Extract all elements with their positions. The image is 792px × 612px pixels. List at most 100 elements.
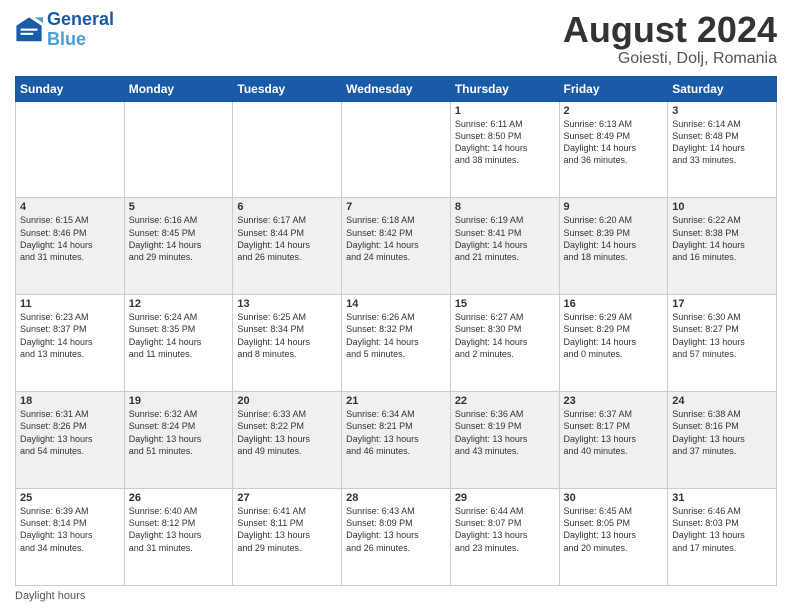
day-number: 31 <box>672 492 772 504</box>
day-number: 11 <box>20 298 120 310</box>
day-cell: 14Sunrise: 6:26 AM Sunset: 8:32 PM Dayli… <box>342 295 451 392</box>
col-header-thursday: Thursday <box>450 76 559 101</box>
day-cell: 12Sunrise: 6:24 AM Sunset: 8:35 PM Dayli… <box>124 295 233 392</box>
title-block: August 2024 Goiesti, Dolj, Romania <box>563 10 777 68</box>
day-number: 23 <box>564 395 664 407</box>
day-cell: 18Sunrise: 6:31 AM Sunset: 8:26 PM Dayli… <box>16 392 125 489</box>
day-cell: 5Sunrise: 6:16 AM Sunset: 8:45 PM Daylig… <box>124 198 233 295</box>
day-number: 19 <box>129 395 229 407</box>
day-info: Sunrise: 6:11 AM Sunset: 8:50 PM Dayligh… <box>455 118 555 167</box>
day-info: Sunrise: 6:33 AM Sunset: 8:22 PM Dayligh… <box>237 408 337 457</box>
day-number: 30 <box>564 492 664 504</box>
logo: General Blue <box>15 10 114 50</box>
week-row-1: 1Sunrise: 6:11 AM Sunset: 8:50 PM Daylig… <box>16 101 777 198</box>
day-info: Sunrise: 6:18 AM Sunset: 8:42 PM Dayligh… <box>346 214 446 263</box>
day-cell: 11Sunrise: 6:23 AM Sunset: 8:37 PM Dayli… <box>16 295 125 392</box>
day-cell: 22Sunrise: 6:36 AM Sunset: 8:19 PM Dayli… <box>450 392 559 489</box>
day-cell: 21Sunrise: 6:34 AM Sunset: 8:21 PM Dayli… <box>342 392 451 489</box>
day-info: Sunrise: 6:27 AM Sunset: 8:30 PM Dayligh… <box>455 311 555 360</box>
day-cell: 31Sunrise: 6:46 AM Sunset: 8:03 PM Dayli… <box>668 489 777 586</box>
week-row-5: 25Sunrise: 6:39 AM Sunset: 8:14 PM Dayli… <box>16 489 777 586</box>
week-row-3: 11Sunrise: 6:23 AM Sunset: 8:37 PM Dayli… <box>16 295 777 392</box>
day-cell: 28Sunrise: 6:43 AM Sunset: 8:09 PM Dayli… <box>342 489 451 586</box>
logo-text: General Blue <box>47 10 114 50</box>
day-info: Sunrise: 6:19 AM Sunset: 8:41 PM Dayligh… <box>455 214 555 263</box>
col-header-monday: Monday <box>124 76 233 101</box>
daylight-hours-label: Daylight hours <box>15 590 85 602</box>
day-number: 21 <box>346 395 446 407</box>
day-number: 13 <box>237 298 337 310</box>
day-info: Sunrise: 6:14 AM Sunset: 8:48 PM Dayligh… <box>672 118 772 167</box>
day-info: Sunrise: 6:39 AM Sunset: 8:14 PM Dayligh… <box>20 505 120 554</box>
day-number: 3 <box>672 105 772 117</box>
day-number: 14 <box>346 298 446 310</box>
col-header-sunday: Sunday <box>16 76 125 101</box>
day-number: 22 <box>455 395 555 407</box>
day-number: 4 <box>20 201 120 213</box>
location: Goiesti, Dolj, Romania <box>563 50 777 68</box>
day-number: 8 <box>455 201 555 213</box>
footer-note: Daylight hours <box>15 590 777 602</box>
day-info: Sunrise: 6:13 AM Sunset: 8:49 PM Dayligh… <box>564 118 664 167</box>
day-cell: 15Sunrise: 6:27 AM Sunset: 8:30 PM Dayli… <box>450 295 559 392</box>
day-cell: 9Sunrise: 6:20 AM Sunset: 8:39 PM Daylig… <box>559 198 668 295</box>
day-info: Sunrise: 6:32 AM Sunset: 8:24 PM Dayligh… <box>129 408 229 457</box>
day-info: Sunrise: 6:31 AM Sunset: 8:26 PM Dayligh… <box>20 408 120 457</box>
day-info: Sunrise: 6:23 AM Sunset: 8:37 PM Dayligh… <box>20 311 120 360</box>
header: General Blue August 2024 Goiesti, Dolj, … <box>15 10 777 68</box>
day-number: 9 <box>564 201 664 213</box>
day-info: Sunrise: 6:29 AM Sunset: 8:29 PM Dayligh… <box>564 311 664 360</box>
day-number: 5 <box>129 201 229 213</box>
month-year: August 2024 <box>563 10 777 50</box>
day-cell: 23Sunrise: 6:37 AM Sunset: 8:17 PM Dayli… <box>559 392 668 489</box>
col-header-tuesday: Tuesday <box>233 76 342 101</box>
logo-blue: Blue <box>47 29 86 49</box>
day-cell: 20Sunrise: 6:33 AM Sunset: 8:22 PM Dayli… <box>233 392 342 489</box>
day-number: 10 <box>672 201 772 213</box>
day-info: Sunrise: 6:22 AM Sunset: 8:38 PM Dayligh… <box>672 214 772 263</box>
week-row-4: 18Sunrise: 6:31 AM Sunset: 8:26 PM Dayli… <box>16 392 777 489</box>
page: General Blue August 2024 Goiesti, Dolj, … <box>0 0 792 612</box>
day-number: 24 <box>672 395 772 407</box>
day-info: Sunrise: 6:46 AM Sunset: 8:03 PM Dayligh… <box>672 505 772 554</box>
day-info: Sunrise: 6:16 AM Sunset: 8:45 PM Dayligh… <box>129 214 229 263</box>
day-number: 18 <box>20 395 120 407</box>
week-row-2: 4Sunrise: 6:15 AM Sunset: 8:46 PM Daylig… <box>16 198 777 295</box>
day-info: Sunrise: 6:43 AM Sunset: 8:09 PM Dayligh… <box>346 505 446 554</box>
day-info: Sunrise: 6:25 AM Sunset: 8:34 PM Dayligh… <box>237 311 337 360</box>
day-number: 7 <box>346 201 446 213</box>
day-cell <box>233 101 342 198</box>
day-info: Sunrise: 6:41 AM Sunset: 8:11 PM Dayligh… <box>237 505 337 554</box>
col-header-friday: Friday <box>559 76 668 101</box>
day-number: 20 <box>237 395 337 407</box>
day-cell: 7Sunrise: 6:18 AM Sunset: 8:42 PM Daylig… <box>342 198 451 295</box>
day-info: Sunrise: 6:34 AM Sunset: 8:21 PM Dayligh… <box>346 408 446 457</box>
day-cell: 6Sunrise: 6:17 AM Sunset: 8:44 PM Daylig… <box>233 198 342 295</box>
calendar-header-row: SundayMondayTuesdayWednesdayThursdayFrid… <box>16 76 777 101</box>
day-cell: 10Sunrise: 6:22 AM Sunset: 8:38 PM Dayli… <box>668 198 777 295</box>
day-cell: 25Sunrise: 6:39 AM Sunset: 8:14 PM Dayli… <box>16 489 125 586</box>
day-number: 16 <box>564 298 664 310</box>
day-cell: 3Sunrise: 6:14 AM Sunset: 8:48 PM Daylig… <box>668 101 777 198</box>
day-number: 6 <box>237 201 337 213</box>
day-cell: 16Sunrise: 6:29 AM Sunset: 8:29 PM Dayli… <box>559 295 668 392</box>
day-cell: 26Sunrise: 6:40 AM Sunset: 8:12 PM Dayli… <box>124 489 233 586</box>
calendar-table: SundayMondayTuesdayWednesdayThursdayFrid… <box>15 76 777 586</box>
day-info: Sunrise: 6:30 AM Sunset: 8:27 PM Dayligh… <box>672 311 772 360</box>
day-cell: 24Sunrise: 6:38 AM Sunset: 8:16 PM Dayli… <box>668 392 777 489</box>
day-cell: 27Sunrise: 6:41 AM Sunset: 8:11 PM Dayli… <box>233 489 342 586</box>
day-info: Sunrise: 6:36 AM Sunset: 8:19 PM Dayligh… <box>455 408 555 457</box>
day-number: 1 <box>455 105 555 117</box>
day-cell: 4Sunrise: 6:15 AM Sunset: 8:46 PM Daylig… <box>16 198 125 295</box>
day-cell <box>16 101 125 198</box>
day-cell <box>124 101 233 198</box>
day-cell: 29Sunrise: 6:44 AM Sunset: 8:07 PM Dayli… <box>450 489 559 586</box>
day-cell: 8Sunrise: 6:19 AM Sunset: 8:41 PM Daylig… <box>450 198 559 295</box>
day-info: Sunrise: 6:17 AM Sunset: 8:44 PM Dayligh… <box>237 214 337 263</box>
day-number: 26 <box>129 492 229 504</box>
day-number: 17 <box>672 298 772 310</box>
logo-icon <box>15 16 43 44</box>
day-cell: 13Sunrise: 6:25 AM Sunset: 8:34 PM Dayli… <box>233 295 342 392</box>
day-info: Sunrise: 6:20 AM Sunset: 8:39 PM Dayligh… <box>564 214 664 263</box>
day-number: 25 <box>20 492 120 504</box>
